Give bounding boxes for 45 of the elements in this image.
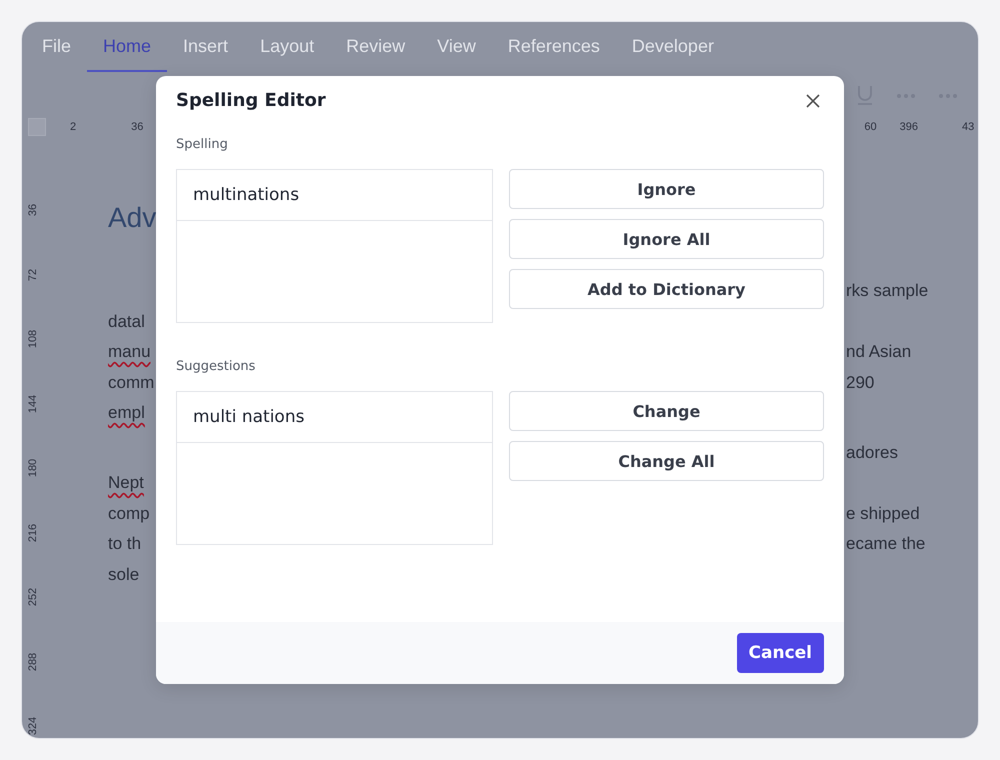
document-text: empl — [108, 403, 145, 424]
ruler-label: 36 — [131, 121, 144, 133]
section-label: Suggestions — [176, 359, 256, 374]
ruler-label: 180 — [27, 458, 39, 478]
list-item[interactable]: multinations — [177, 170, 492, 221]
section-label: Spelling — [176, 137, 229, 152]
document-text: nd Asian — [846, 342, 912, 362]
action-button[interactable]: Ignore — [509, 169, 824, 209]
ruler-label: 396 — [900, 121, 918, 133]
ruler-label: 72 — [27, 268, 39, 281]
document-text: e shipped — [846, 504, 920, 524]
document-text: sole — [108, 564, 140, 585]
ruler-label: 324 — [27, 716, 39, 736]
document-text: adores — [846, 442, 898, 463]
document-text: comp — [108, 504, 150, 524]
action-button[interactable]: Add to Dictionary — [509, 269, 824, 309]
dialog-title: Spelling Editor — [176, 90, 326, 111]
document-heading: Adv — [108, 202, 156, 233]
document-text: manu — [108, 342, 151, 362]
document-text: Nept — [108, 473, 144, 494]
document-text: rks sample — [846, 281, 928, 302]
ruler-corner[interactable] — [28, 118, 46, 136]
action-button[interactable]: Change — [509, 391, 824, 431]
ruler-label: 216 — [27, 523, 39, 542]
word-list[interactable]: multinations — [176, 169, 493, 323]
document-text: comm — [108, 372, 154, 393]
ruler-label: 108 — [27, 330, 39, 348]
ruler-label: 288 — [27, 652, 39, 671]
action-button[interactable]: Change All — [509, 441, 824, 481]
ruler-label: 36 — [27, 204, 39, 216]
document-text: 290 — [846, 372, 874, 393]
close-button[interactable] — [804, 92, 822, 110]
document-text: datal — [108, 312, 145, 332]
ruler-label: 252 — [27, 588, 39, 606]
ruler-label: 60 — [864, 121, 877, 133]
ruler-label: 2 — [70, 121, 76, 133]
action-button[interactable]: Ignore All — [509, 219, 824, 259]
cancel-button[interactable]: Cancel — [736, 633, 824, 673]
ruler-label: 43 — [962, 121, 974, 133]
list-item[interactable]: multi nations — [177, 392, 492, 443]
document-text: ecame the — [846, 534, 926, 554]
close-icon — [806, 94, 820, 108]
ruler-label: 144 — [27, 394, 39, 413]
word-list[interactable]: multi nations — [176, 391, 493, 545]
document-text: to th — [108, 534, 142, 554]
